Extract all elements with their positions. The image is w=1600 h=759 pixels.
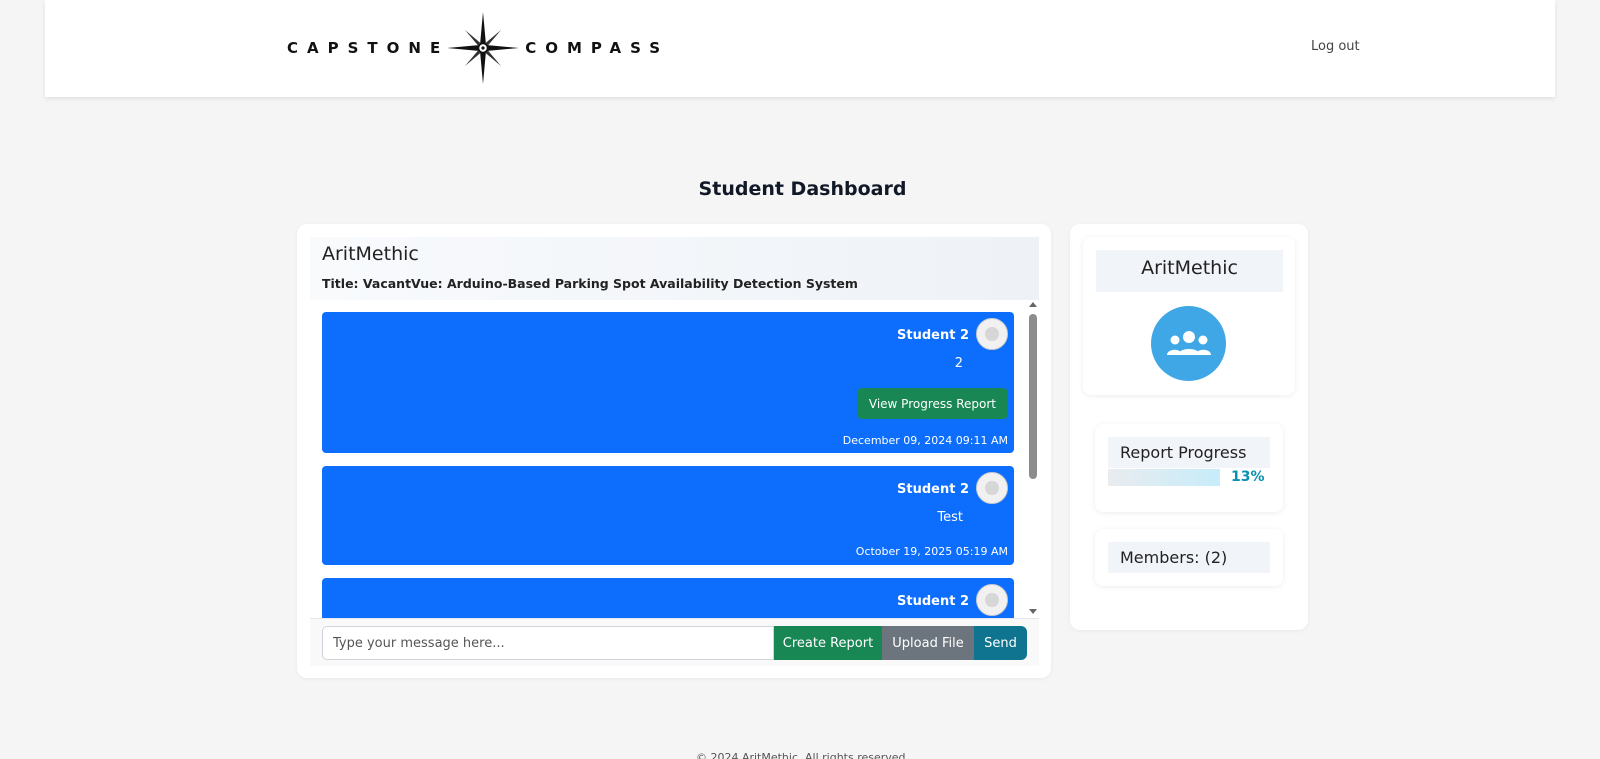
user-avatar-icon (976, 472, 1008, 504)
upload-file-button[interactable]: Upload File (882, 626, 974, 660)
brand-word-right: COMPASS (525, 39, 670, 57)
report-progress-percent: 13% (1231, 469, 1265, 485)
message-timestamp: October 19, 2025 05:19 AM (855, 545, 1008, 558)
brand-logo[interactable]: CAPSTONE COMPASS (287, 12, 669, 84)
message-sender: Student 2 (897, 328, 969, 343)
report-progress-fill (1108, 469, 1220, 486)
send-button[interactable]: Send (974, 626, 1027, 660)
message-sender: Student 2 (897, 482, 969, 497)
brand-word-left: CAPSTONE (287, 39, 450, 57)
chat-header: AritMethic Title: VacantVue: Arduino-Bas… (310, 237, 1039, 300)
members-card[interactable]: Members: (2) (1095, 529, 1283, 586)
user-avatar-icon (976, 584, 1008, 616)
message-bubble: Student 2 2 View Progress Report Decembe… (322, 312, 1014, 453)
footer-copyright: © 2024 AritMethic. All rights reserved. (695, 751, 910, 759)
report-progress-card: Report Progress 13% (1095, 424, 1283, 512)
scroll-up-arrow-icon[interactable] (1029, 302, 1037, 307)
compass-star-icon (447, 12, 520, 84)
view-progress-report-button[interactable]: View Progress Report (856, 388, 1008, 419)
members-label: Members: (2) (1108, 542, 1270, 573)
message-composer: Create Report Upload File Send (310, 618, 1039, 666)
project-title: Title: VacantVue: Arduino-Based Parking … (322, 276, 858, 291)
group-profile-card: AritMethic (1083, 237, 1295, 395)
report-progress-label: Report Progress (1108, 437, 1270, 468)
sidebar-group-name: AritMethic (1096, 250, 1283, 292)
message-text: Test (937, 510, 963, 525)
scroll-down-arrow-icon[interactable] (1029, 609, 1037, 614)
chat-group-name: AritMethic (322, 243, 419, 265)
message-text: 2 (954, 356, 963, 371)
top-navbar: CAPSTONE COMPASS Log out (45, 0, 1555, 97)
logout-link[interactable]: Log out (1311, 39, 1360, 54)
message-list[interactable]: Student 2 2 View Progress Report Decembe… (310, 300, 1039, 618)
message-timestamp: December 09, 2024 09:11 AM (842, 434, 1008, 447)
message-bubble: Student 2 Test October 19, 2025 05:19 AM (322, 466, 1014, 565)
group-info-panel: AritMethic Report Progress 13% Members: … (1070, 224, 1308, 630)
message-bubble: Student 2 (322, 578, 1014, 618)
user-avatar-icon (976, 318, 1008, 350)
message-sender: Student 2 (897, 594, 969, 609)
users-group-icon (1151, 306, 1226, 381)
page-title: Student Dashboard (698, 178, 907, 200)
message-scrollbar[interactable] (1027, 302, 1039, 614)
report-progress-bar (1108, 469, 1220, 486)
chat-panel: AritMethic Title: VacantVue: Arduino-Bas… (297, 224, 1051, 678)
create-report-button[interactable]: Create Report (774, 626, 882, 660)
message-input[interactable] (322, 626, 774, 660)
scroll-thumb[interactable] (1029, 314, 1037, 479)
